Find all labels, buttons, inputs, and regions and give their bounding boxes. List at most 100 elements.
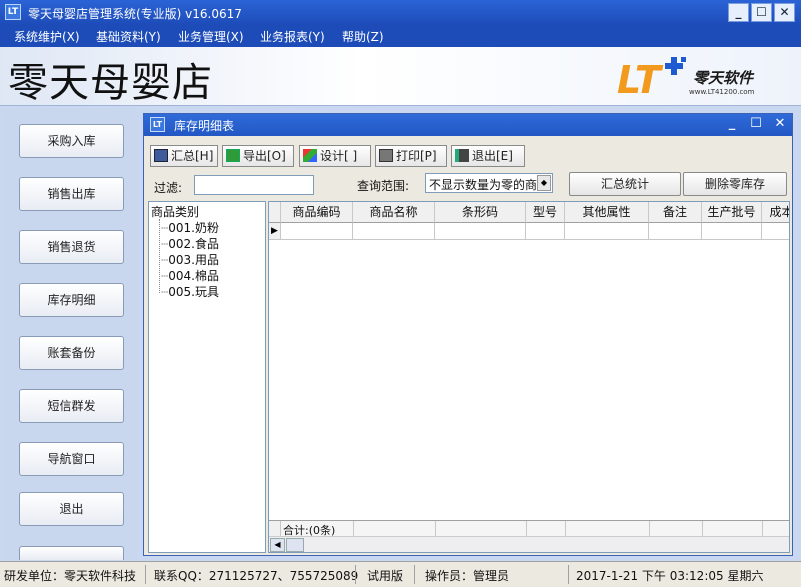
nav-inventory-detail-button[interactable]: 库存明细 (19, 283, 124, 317)
menu-business[interactable]: 业务管理(X) (178, 28, 244, 45)
column-header[interactable]: 其他属性 (565, 202, 649, 223)
column-header[interactable]: 型号 (526, 202, 565, 223)
exit-button[interactable]: 退出[E] (451, 145, 525, 167)
nav-panel: 采购入库 销售出库 销售退货 库存明细 账套备份 短信群发 导航窗口 退出 (2, 108, 138, 560)
range-label: 查询范围: (357, 179, 410, 193)
company-logo: LT 零天软件 www.LT41200.com (617, 53, 767, 103)
nav-backup-button[interactable]: 账套备份 (19, 336, 124, 370)
main-title-bar: LT 零天母婴店管理系统(专业版) v16.0617 _ ☐ ✕ (0, 0, 801, 25)
status-separator (145, 565, 146, 584)
column-header[interactable]: 条形码 (435, 202, 526, 223)
chevron-updown-icon[interactable]: ◆ (537, 175, 551, 191)
print-button[interactable]: 打印[P] (375, 145, 447, 167)
filter-label: 过滤: (154, 181, 183, 195)
column-header[interactable]: 备注 (649, 202, 702, 223)
nav-sms-button[interactable]: 短信群发 (19, 389, 124, 423)
store-name: 零天母婴店 (8, 60, 213, 106)
grid-cell[interactable] (526, 223, 565, 240)
print-icon (379, 149, 393, 162)
export-button[interactable]: 导出[O] (222, 145, 294, 167)
nav-sales-out-button[interactable]: 销售出库 (19, 177, 124, 211)
tree-root[interactable]: 商品类别 (151, 203, 199, 220)
menu-reports[interactable]: 业务报表(Y) (260, 28, 325, 45)
status-separator (355, 565, 356, 584)
export-icon (226, 149, 240, 162)
category-tree: 商品类别 ┄001.奶粉 ┄002.食品 ┄003.用品 ┄004.棉品 ┄00… (148, 201, 266, 553)
nav-sales-return-button[interactable]: 销售退货 (19, 230, 124, 264)
row-header-corner (269, 202, 281, 223)
minimize-button[interactable]: _ (728, 3, 749, 22)
grid-cell[interactable] (435, 223, 526, 240)
status-bar: 研发单位：零天软件科技 联系QQ：271125727、755725089 试用版… (0, 561, 801, 587)
scroll-thumb[interactable] (286, 538, 304, 552)
child-maximize-button[interactable]: ☐ (746, 116, 766, 133)
status-separator (568, 565, 569, 584)
footer-divider (702, 521, 703, 536)
summary-stat-button[interactable]: 汇总统计 (569, 172, 681, 196)
footer-corner (269, 521, 281, 536)
tree-node[interactable]: ┄004.棉品 (161, 267, 219, 284)
child-title-bar: LT 库存明细表 _ ☐ ✕ (144, 114, 792, 136)
scroll-left-icon[interactable]: ◀ (270, 538, 285, 552)
tree-node[interactable]: ┄002.食品 (161, 235, 219, 252)
child-minimize-button[interactable]: _ (722, 116, 742, 133)
close-button[interactable]: ✕ (774, 3, 795, 22)
child-close-button[interactable]: ✕ (770, 116, 790, 133)
menu-help[interactable]: 帮助(Z) (342, 28, 384, 45)
exit-icon (455, 149, 469, 162)
window-title: 零天母婴店管理系统(专业版) v16.0617 (28, 7, 242, 21)
tree-node[interactable]: ┄003.用品 (161, 251, 219, 268)
grid-cell[interactable] (762, 223, 789, 240)
grid-cell[interactable] (702, 223, 762, 240)
footer-divider (649, 521, 650, 536)
column-header[interactable]: 成本 (762, 202, 789, 223)
tree-node[interactable]: ┄001.奶粉 (161, 219, 219, 236)
summary-icon (154, 149, 168, 162)
svg-text:LT: LT (617, 58, 664, 102)
maximize-button[interactable]: ☐ (751, 3, 772, 22)
design-icon (303, 149, 317, 162)
inventory-detail-window: LT 库存明细表 _ ☐ ✕ 汇总[H] 导出[O] 设计[ ] 打印[P] 退… (143, 113, 793, 556)
horizontal-scrollbar[interactable]: ◀ (269, 536, 789, 552)
grid-footer: 合计:(0条) (269, 520, 789, 537)
inventory-grid: 商品编码 商品名称 条形码 型号 其他属性 备注 生产批号 成本 ▶ 合计:(0… (268, 201, 790, 553)
footer-divider (762, 521, 763, 536)
column-header[interactable]: 商品编码 (281, 202, 353, 223)
child-window-title: 库存明细表 (174, 119, 235, 133)
status-edition: 试用版 (367, 569, 404, 583)
header-banner: 零天母婴店 LT 零天软件 www.LT41200.com (0, 47, 801, 106)
footer-divider (526, 521, 527, 536)
logo-url: www.LT41200.com (689, 88, 755, 96)
logo-text: 零天软件 (693, 69, 754, 87)
status-qq: 联系QQ：271125727、755725089 (154, 569, 359, 583)
status-developer: 研发单位：零天软件科技 (4, 569, 137, 583)
app-icon: LT (5, 4, 21, 20)
grid-cell[interactable] (281, 223, 353, 240)
footer-divider (435, 521, 436, 536)
footer-divider (353, 521, 354, 536)
grid-cell[interactable] (565, 223, 649, 240)
tree-node[interactable]: ┄005.玩具 (161, 283, 219, 300)
status-datetime: 2017-1-21 下午 03:12:05 星期六 (576, 569, 764, 583)
filter-input[interactable] (194, 175, 314, 195)
grid-cell[interactable] (649, 223, 702, 240)
nav-purchase-in-button[interactable]: 采购入库 (19, 124, 124, 158)
grid-cell[interactable] (353, 223, 435, 240)
status-operator: 操作员：管理员 (425, 569, 510, 583)
nav-navigation-button[interactable]: 导航窗口 (19, 442, 124, 476)
menu-bar: 系统维护(X) 基础资料(Y) 业务管理(X) 业务报表(Y) 帮助(Z) (0, 25, 801, 47)
design-button[interactable]: 设计[ ] (299, 145, 371, 167)
delete-zero-stock-button[interactable]: 删除零库存 (683, 172, 787, 196)
child-window-icon: LT (150, 117, 165, 132)
footer-divider (565, 521, 566, 536)
column-header[interactable]: 生产批号 (702, 202, 762, 223)
tree-line (159, 219, 160, 293)
range-select[interactable]: 不显示数量为零的商 ◆ (425, 173, 553, 193)
column-header[interactable]: 商品名称 (353, 202, 435, 223)
status-separator (414, 565, 415, 584)
menu-system[interactable]: 系统维护(X) (14, 28, 80, 45)
nav-partial-button[interactable] (19, 546, 124, 560)
nav-exit-button[interactable]: 退出 (19, 492, 124, 526)
summary-button[interactable]: 汇总[H] (150, 145, 218, 167)
menu-basic-data[interactable]: 基础资料(Y) (96, 28, 161, 45)
